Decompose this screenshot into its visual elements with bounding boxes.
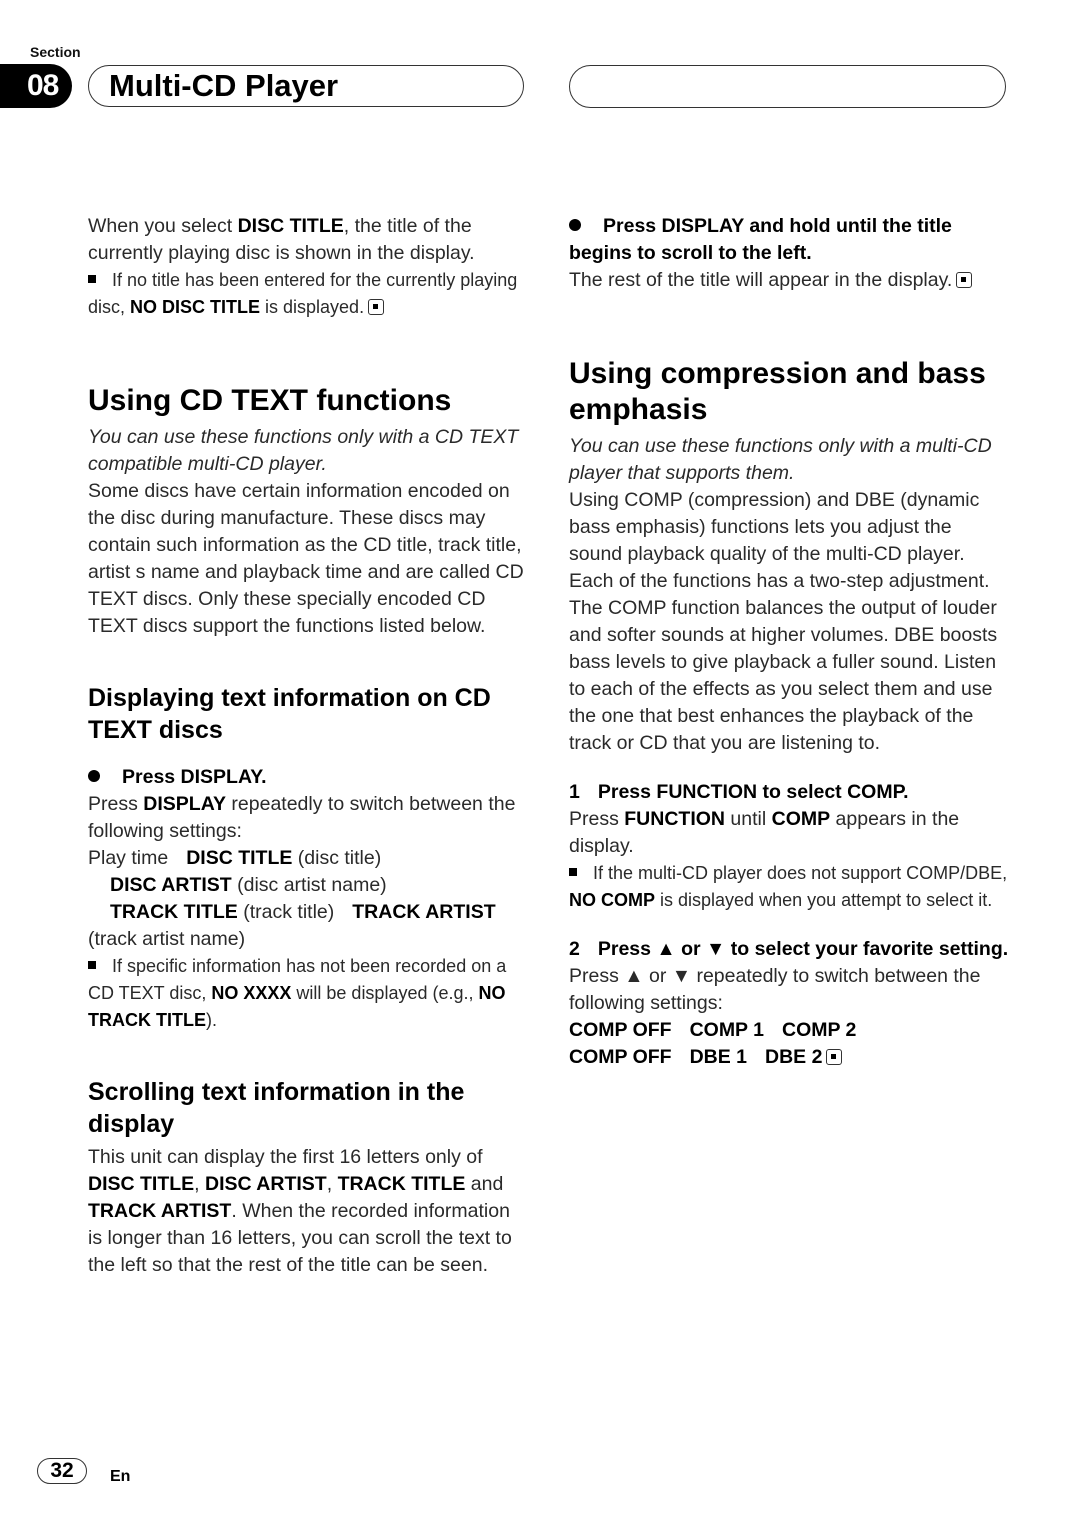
- displaying-heading: Displaying text information on CD TEXT d…: [88, 684, 491, 744]
- scroll-step-body: The rest of the title will appear in the…: [569, 267, 1009, 294]
- page-title-text: Multi-CD Player: [109, 68, 339, 103]
- displaying-note: If specific information has not been rec…: [88, 956, 507, 1030]
- cdtext-heading: Using CD TEXT functions: [88, 384, 452, 417]
- end-mark-icon: [826, 1049, 843, 1065]
- end-mark-icon: [368, 299, 385, 315]
- note-square-icon: [88, 961, 96, 969]
- display-cycle: Play time DISC TITLE (disc title) DISC AR…: [88, 847, 496, 950]
- cdtext-body: Some discs have certain information enco…: [88, 480, 524, 637]
- empty-title-pill: [569, 65, 1006, 108]
- scroll-step: Press DISPLAY and hold until the title b…: [569, 215, 952, 264]
- step-2-title: 2 Press ▲ or ▼ to select your favorite se…: [569, 938, 1009, 960]
- dbe-settings-row: COMP OFF DBE 1 DBE 2: [569, 1044, 1009, 1071]
- page-title: Multi-CD Player: [88, 65, 524, 107]
- displaying-step: Press DISPLAY.: [88, 764, 528, 791]
- step-1-body: Press FUNCTION until COMP appears in the…: [569, 808, 960, 857]
- note-square-icon: [88, 275, 96, 283]
- note-square-icon: [569, 868, 577, 876]
- comp-settings-row: COMP OFF COMP 1 COMP 2: [569, 1019, 857, 1041]
- compression-heading: Using compression and bass emphasis: [569, 357, 986, 426]
- intro-note: If no title has been entered for the cur…: [88, 270, 518, 317]
- section-label: Section: [30, 44, 81, 60]
- end-mark-icon: [956, 272, 973, 288]
- step-1-note: If the multi-CD player does not support …: [569, 863, 1008, 910]
- left-column: When you select DISC TITLE, the title of…: [88, 213, 528, 1279]
- right-column: Press DISPLAY and hold until the title b…: [569, 213, 1009, 1071]
- cdtext-italic-note: You can use these functions only with a …: [88, 426, 519, 475]
- section-number-badge: 08: [0, 64, 72, 108]
- compression-body: Using COMP (compression) and DBE (dynami…: [569, 489, 998, 754]
- scrolling-paragraph: This unit can display the first 16 lette…: [88, 1146, 512, 1276]
- step-2-body: Press ▲ or ▼ repeatedly to switch betwee…: [569, 965, 981, 1014]
- language-label: En: [110, 1468, 131, 1485]
- bullet-icon: [569, 219, 581, 231]
- displaying-paragraph: Press DISPLAY repeatedly to switch betwe…: [88, 793, 516, 842]
- intro-paragraph: When you select DISC TITLE, the title of…: [88, 215, 475, 264]
- step-1-title: 1 Press FUNCTION to select COMP.: [569, 781, 909, 803]
- bullet-icon: [88, 770, 100, 782]
- compression-italic-note: You can use these functions only with a …: [569, 435, 992, 484]
- scrolling-heading: Scrolling text information in the displa…: [88, 1078, 465, 1138]
- page-number: 32: [37, 1458, 87, 1484]
